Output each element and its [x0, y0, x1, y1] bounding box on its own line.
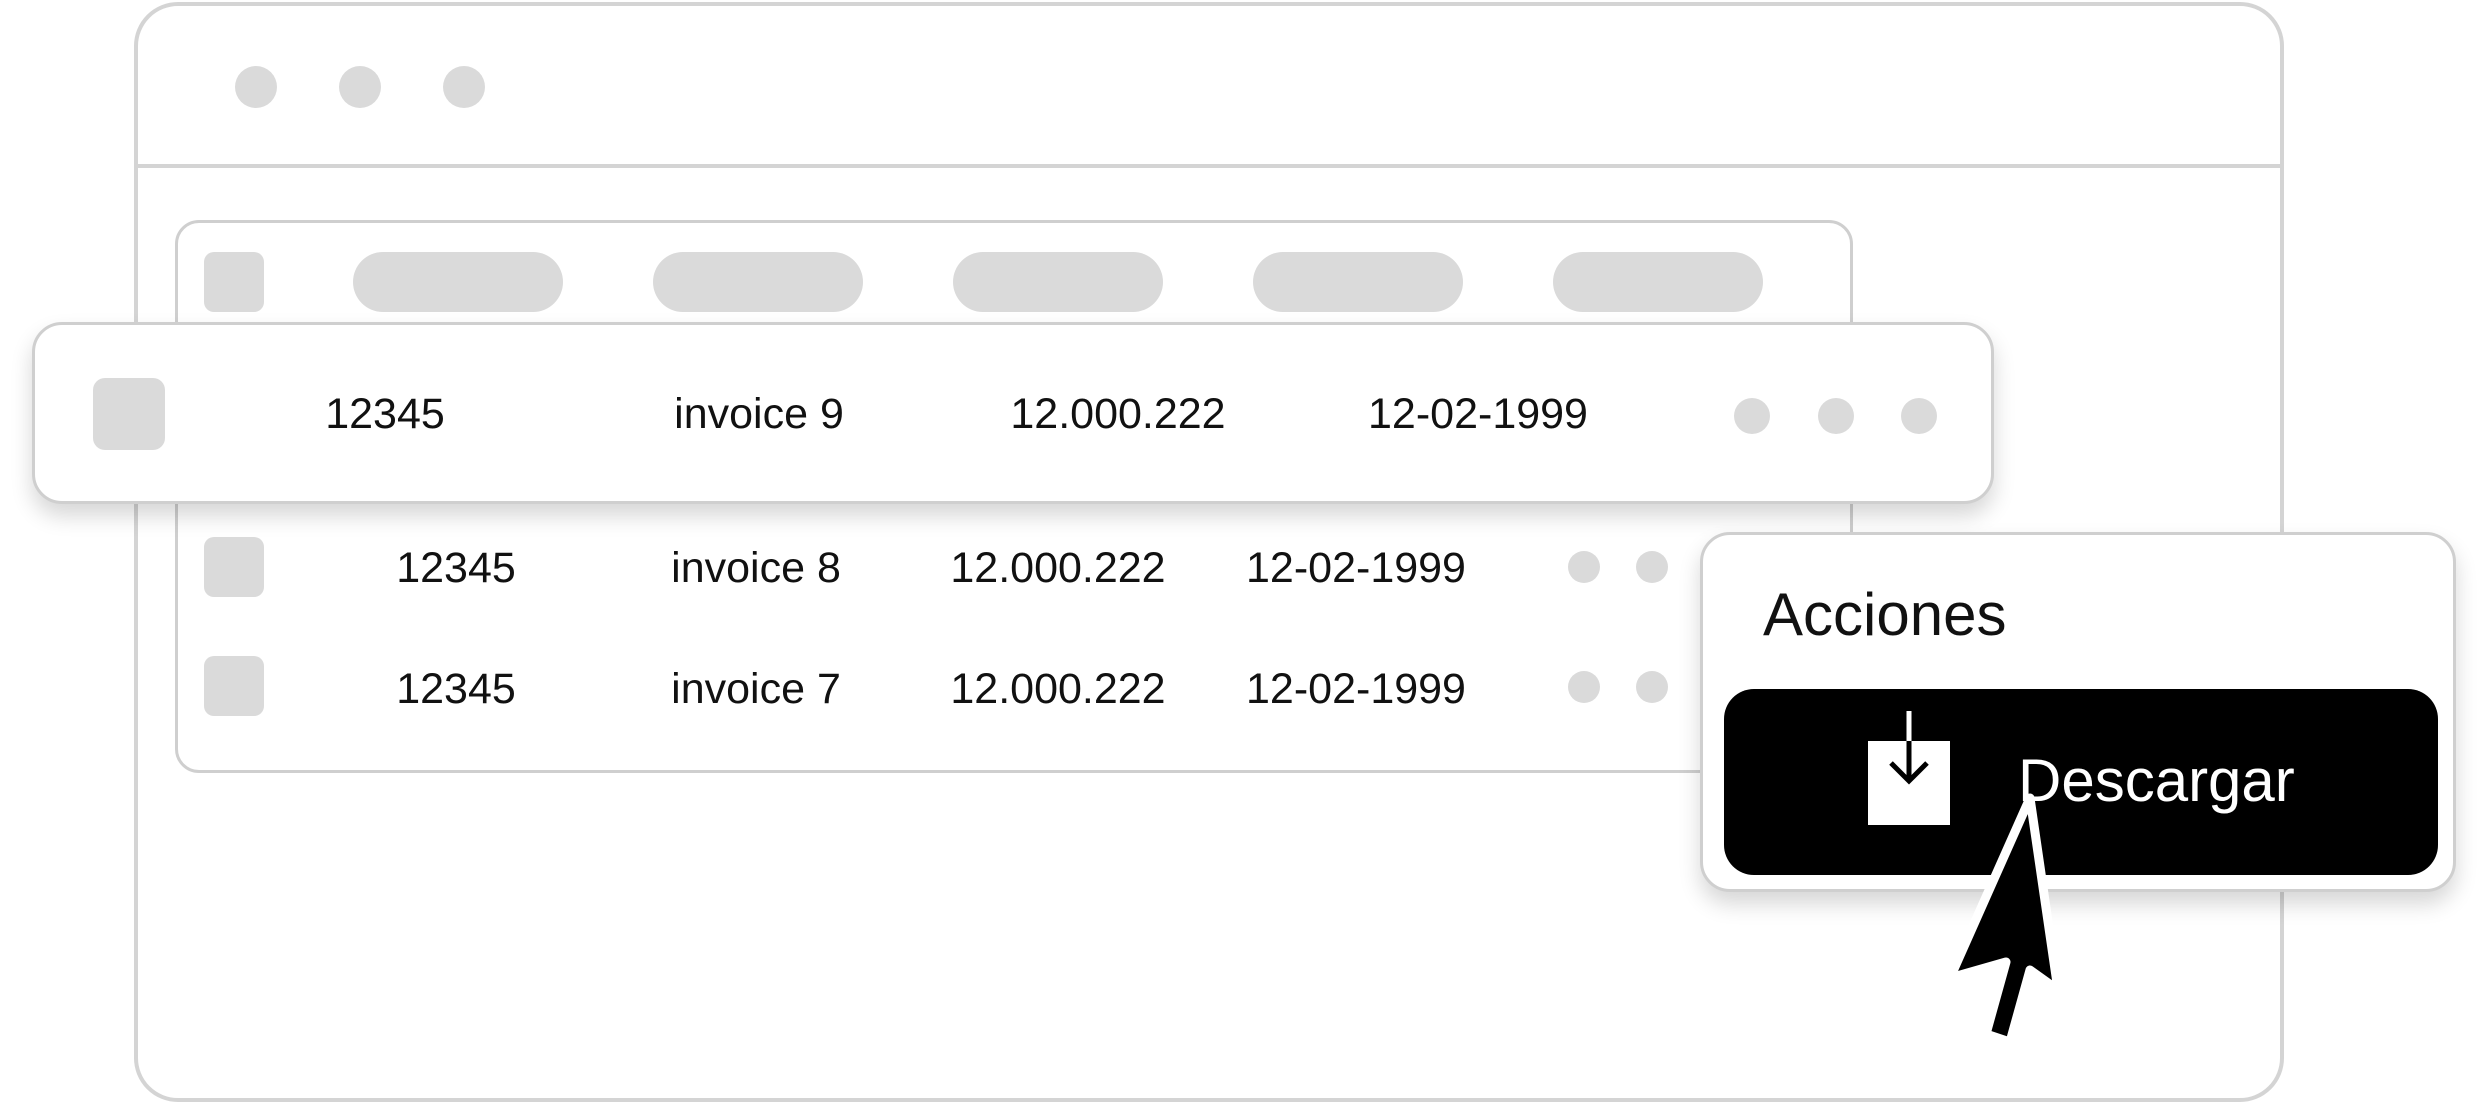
column-header-placeholder	[353, 252, 563, 312]
row-checkbox[interactable]	[204, 656, 264, 716]
row-more-dot[interactable]	[1901, 398, 1937, 434]
window-control-dot[interactable]	[443, 66, 485, 108]
row-more-dot[interactable]	[1568, 671, 1600, 703]
row-more-dot[interactable]	[1734, 398, 1770, 434]
row-more-dot[interactable]	[1636, 671, 1668, 703]
column-header-placeholder	[1553, 252, 1763, 312]
row-invoice-name: invoice 8	[671, 544, 841, 592]
download-button[interactable]: Descargar	[1724, 689, 2438, 875]
row-date: 12-02-1999	[1246, 544, 1466, 592]
mouse-pointer-icon	[1945, 793, 2063, 1047]
row-amount: 12.000.222	[950, 544, 1166, 592]
row-id: 12345	[396, 665, 516, 713]
window-control-dot[interactable]	[235, 66, 277, 108]
row-id: 12345	[396, 544, 516, 592]
table-row-selected[interactable]: 12345 invoice 9 12.000.222 12-02-1999	[32, 322, 1994, 504]
row-amount: 12.000.222	[1010, 390, 1226, 438]
column-header-placeholder	[653, 252, 863, 312]
row-id: 12345	[325, 390, 445, 438]
select-all-checkbox[interactable]	[204, 252, 264, 312]
row-more-dot[interactable]	[1636, 551, 1668, 583]
row-invoice-name: invoice 7	[671, 665, 841, 713]
row-amount: 12.000.222	[950, 665, 1166, 713]
row-more-dot[interactable]	[1818, 398, 1854, 434]
row-checkbox[interactable]	[204, 537, 264, 597]
row-checkbox[interactable]	[93, 378, 165, 450]
titlebar-divider	[138, 164, 2280, 168]
actions-menu-title: Acciones	[1763, 581, 2007, 648]
row-invoice-name: invoice 9	[674, 390, 844, 438]
row-date: 12-02-1999	[1246, 665, 1466, 713]
column-header-placeholder	[1253, 252, 1463, 312]
row-date: 12-02-1999	[1368, 390, 1588, 438]
window-control-dot[interactable]	[339, 66, 381, 108]
row-more-dot[interactable]	[1568, 551, 1600, 583]
column-header-placeholder	[953, 252, 1163, 312]
